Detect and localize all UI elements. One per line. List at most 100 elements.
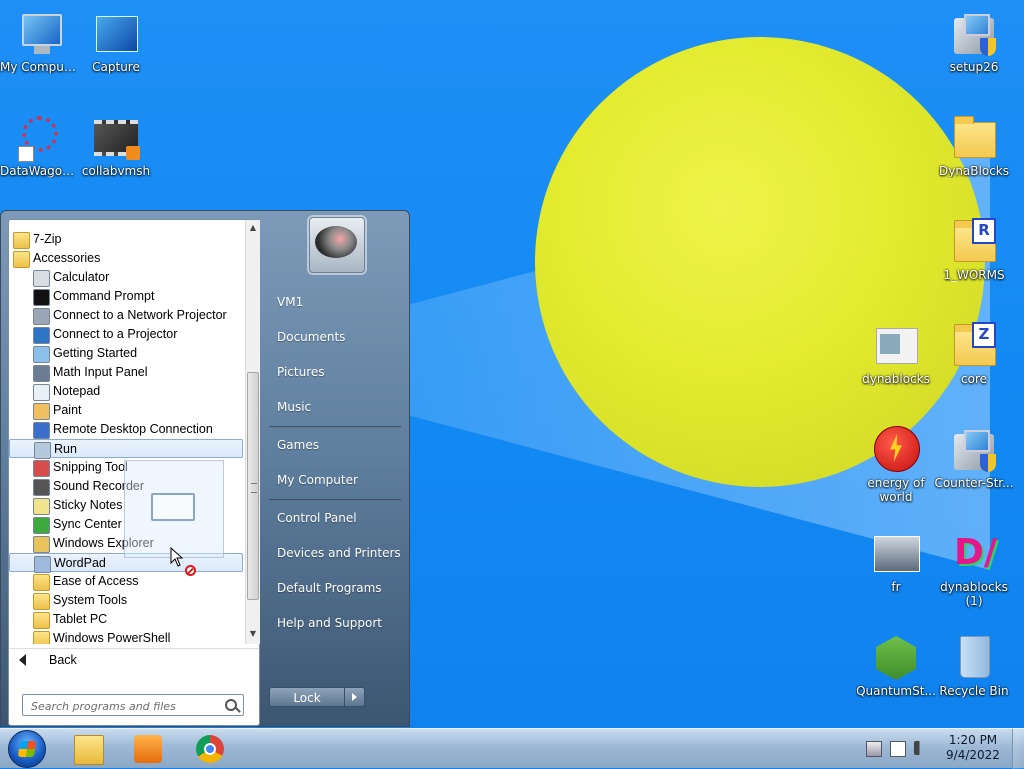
icon-label: DynaBlocks xyxy=(938,164,1009,178)
menu-item-pictures[interactable]: Pictures xyxy=(269,359,401,385)
taskbar-pin-media-player[interactable] xyxy=(120,731,176,767)
menu-item-games[interactable]: Games xyxy=(269,432,401,458)
program-label: Windows PowerShell xyxy=(53,631,171,644)
back-label: Back xyxy=(49,653,77,667)
program-label: Remote Desktop Connection xyxy=(53,422,213,436)
desktop-icon-recycle-bin[interactable]: Recycle Bin xyxy=(934,634,1014,698)
program-label: Calculator xyxy=(53,270,110,284)
shutdown-options-arrow-icon[interactable] xyxy=(345,687,365,707)
search-icon[interactable] xyxy=(225,699,237,711)
scrollbar-thumb[interactable] xyxy=(247,372,259,600)
action-center-flag-icon[interactable] xyxy=(890,741,906,757)
desktop-icon-capture[interactable]: Capture xyxy=(76,10,156,74)
dynablocks-logo-icon: D/ xyxy=(954,532,998,573)
program-label: Command Prompt xyxy=(53,289,155,303)
folder-icon xyxy=(13,251,30,268)
folder-icon xyxy=(950,114,998,162)
desktop-icon-dynablocks-1[interactable]: D/ dynablocks (1) xyxy=(934,530,1014,608)
menu-item-documents[interactable]: Documents xyxy=(269,324,401,350)
program-label: Connect to a Projector xyxy=(53,327,178,341)
video-icon xyxy=(92,114,140,162)
menu-item-default-programs[interactable]: Default Programs xyxy=(269,575,401,601)
icon-label: energy of world xyxy=(867,476,925,504)
icon-label: QuantumSt... xyxy=(856,684,936,698)
desktop-icon-quantumst[interactable]: QuantumSt... xyxy=(856,634,936,698)
snipping-tool-icon xyxy=(33,460,50,477)
icon-label: My Computer xyxy=(0,60,80,74)
desktop-icon-dynablocks-folder[interactable]: DynaBlocks xyxy=(934,114,1014,178)
folder-icon xyxy=(33,593,50,610)
run-icon xyxy=(34,442,51,459)
mouse-cursor-icon xyxy=(170,547,184,567)
menu-item-music[interactable]: Music xyxy=(269,394,401,420)
sync-center-icon xyxy=(33,517,50,534)
separator xyxy=(269,499,401,501)
lock-button[interactable]: Lock xyxy=(269,687,345,707)
back-arrow-icon xyxy=(19,654,26,666)
menu-item-vm1[interactable]: VM1 xyxy=(269,289,401,315)
desktop-icon-core[interactable]: Z core xyxy=(934,322,1014,386)
program-list-scrollbar[interactable]: ▲ ▼ xyxy=(245,220,260,644)
desktop-icon-datawagon[interactable]: DataWagon... xyxy=(0,114,80,178)
capture-icon xyxy=(92,10,140,58)
start-button[interactable] xyxy=(8,730,46,768)
webpage-icon xyxy=(872,322,920,370)
clock-date: 9/4/2022 xyxy=(946,748,1000,762)
menu-item-my-computer[interactable]: My Computer xyxy=(269,467,401,493)
photo-icon xyxy=(872,530,920,578)
nodejs-icon xyxy=(872,634,920,682)
network-icon[interactable] xyxy=(866,741,882,757)
desktop-icon-setup26[interactable]: setup26 xyxy=(934,10,1014,74)
desktop-icon-my-computer[interactable]: My Computer xyxy=(0,10,80,74)
menu-item-devices-and-printers[interactable]: Devices and Printers xyxy=(269,540,401,566)
energy-icon xyxy=(872,426,920,474)
math-input-icon xyxy=(33,365,50,382)
all-programs-list: 7-Zip Accessories Calculator Command Prompt… xyxy=(9,220,247,644)
program-item-run[interactable]: Run xyxy=(9,439,243,459)
program-label: Tablet PC xyxy=(53,612,108,626)
scroll-up-icon[interactable]: ▲ xyxy=(246,220,260,236)
volume-icon[interactable] xyxy=(914,741,928,755)
search-box[interactable] xyxy=(22,694,244,716)
menu-item-help-and-support[interactable]: Help and Support xyxy=(269,610,401,636)
datawagon-icon xyxy=(16,114,64,162)
desktop-icon-1-worms[interactable]: R 1_WORMS xyxy=(934,218,1014,282)
program-label: Getting Started xyxy=(53,346,138,360)
media-player-icon xyxy=(134,735,162,763)
clock-time: 1:20 PM xyxy=(948,733,998,747)
icon-label: 1_WORMS xyxy=(943,268,1005,282)
icon-label: Recycle Bin xyxy=(939,684,1009,698)
show-desktop-button[interactable] xyxy=(1012,729,1024,769)
taskbar-pin-chrome[interactable] xyxy=(182,731,238,767)
desktop-icon-collabvmsh[interactable]: collabvmsh xyxy=(76,114,156,178)
installer-icon xyxy=(950,426,998,474)
program-label: 7-Zip xyxy=(33,232,62,246)
cmd-icon xyxy=(33,289,50,306)
program-label: Ease of Access xyxy=(53,574,139,588)
program-label: Notepad xyxy=(53,384,101,398)
start-menu-right-pane: VM1 Documents Pictures Music Games My Co… xyxy=(261,211,409,726)
user-picture[interactable] xyxy=(309,217,365,273)
program-label: System Tools xyxy=(53,593,128,607)
computer-icon xyxy=(16,10,64,58)
getting-started-icon xyxy=(33,346,50,363)
program-label: Sync Center xyxy=(53,517,122,531)
search-input[interactable] xyxy=(29,697,223,715)
turntable-icon xyxy=(315,226,357,258)
desktop-icon-counter-strike[interactable]: Counter-Str... xyxy=(934,426,1014,490)
scroll-down-icon[interactable]: ▼ xyxy=(246,626,260,642)
desktop-icon-dynablocks-page[interactable]: dynablocks xyxy=(856,322,936,386)
desktop-icon-fr[interactable]: fr xyxy=(856,530,936,594)
menu-item-control-panel[interactable]: Control Panel xyxy=(269,505,401,531)
program-label: Run xyxy=(54,442,77,456)
paint-icon xyxy=(33,403,50,420)
clock[interactable]: 1:20 PM 9/4/2022 xyxy=(938,733,1008,763)
recycle-bin-icon xyxy=(950,634,998,682)
desktop-icon-energy-of-world[interactable]: energy of world xyxy=(856,426,936,504)
icon-label: setup26 xyxy=(949,60,999,74)
icon-label: dynablocks xyxy=(862,372,930,386)
program-label: WordPad xyxy=(54,556,106,570)
taskbar-pin-explorer[interactable] xyxy=(60,731,116,767)
back-button[interactable]: Back xyxy=(9,648,259,673)
program-label: Paint xyxy=(53,403,82,417)
